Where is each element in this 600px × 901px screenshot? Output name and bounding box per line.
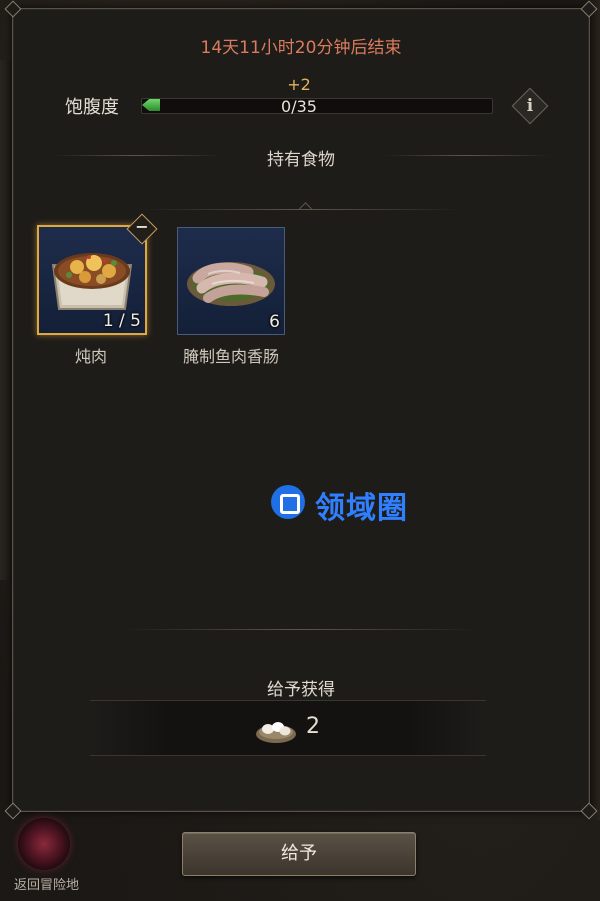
- portal-icon[interactable]: [18, 818, 70, 870]
- reward-title: 给予获得: [267, 680, 335, 700]
- satiety-value: 0/35: [281, 97, 317, 116]
- satiety-label: 饱腹度: [65, 97, 119, 118]
- reward-count: 2: [306, 714, 320, 739]
- divider: [123, 629, 479, 630]
- food-item-label: 炖肉: [74, 347, 107, 366]
- food-item-fish-sausage[interactable]: 6: [177, 227, 285, 335]
- feed-panel: 14天11小时20分钟后结束 饱腹度 +2 0/35 i 持有食物 1 / 5: [4, 0, 598, 820]
- food-item-qty: 6: [269, 312, 280, 332]
- give-button[interactable]: 给予: [182, 832, 416, 876]
- food-item-qty: 1 / 5: [102, 311, 141, 331]
- food-section-title: 持有食物: [267, 150, 335, 170]
- minus-icon[interactable]: −: [131, 216, 153, 238]
- eggs-icon: [256, 722, 296, 743]
- food-item-stew[interactable]: 1 / 5: [37, 225, 147, 335]
- divider-ornament: [299, 202, 312, 215]
- satiety-gain: +2: [287, 75, 311, 94]
- food-item-label: 腌制鱼肉香肠: [182, 347, 279, 366]
- watermark: 领域圈: [271, 483, 461, 526]
- watermark-logo-icon: [271, 485, 305, 519]
- watermark-text: 领域圈: [315, 491, 408, 526]
- back-to-adventure-label[interactable]: 返回冒险地: [14, 874, 79, 893]
- info-icon[interactable]: i: [517, 93, 543, 119]
- event-timer: 14天11小时20分钟后结束: [200, 38, 402, 58]
